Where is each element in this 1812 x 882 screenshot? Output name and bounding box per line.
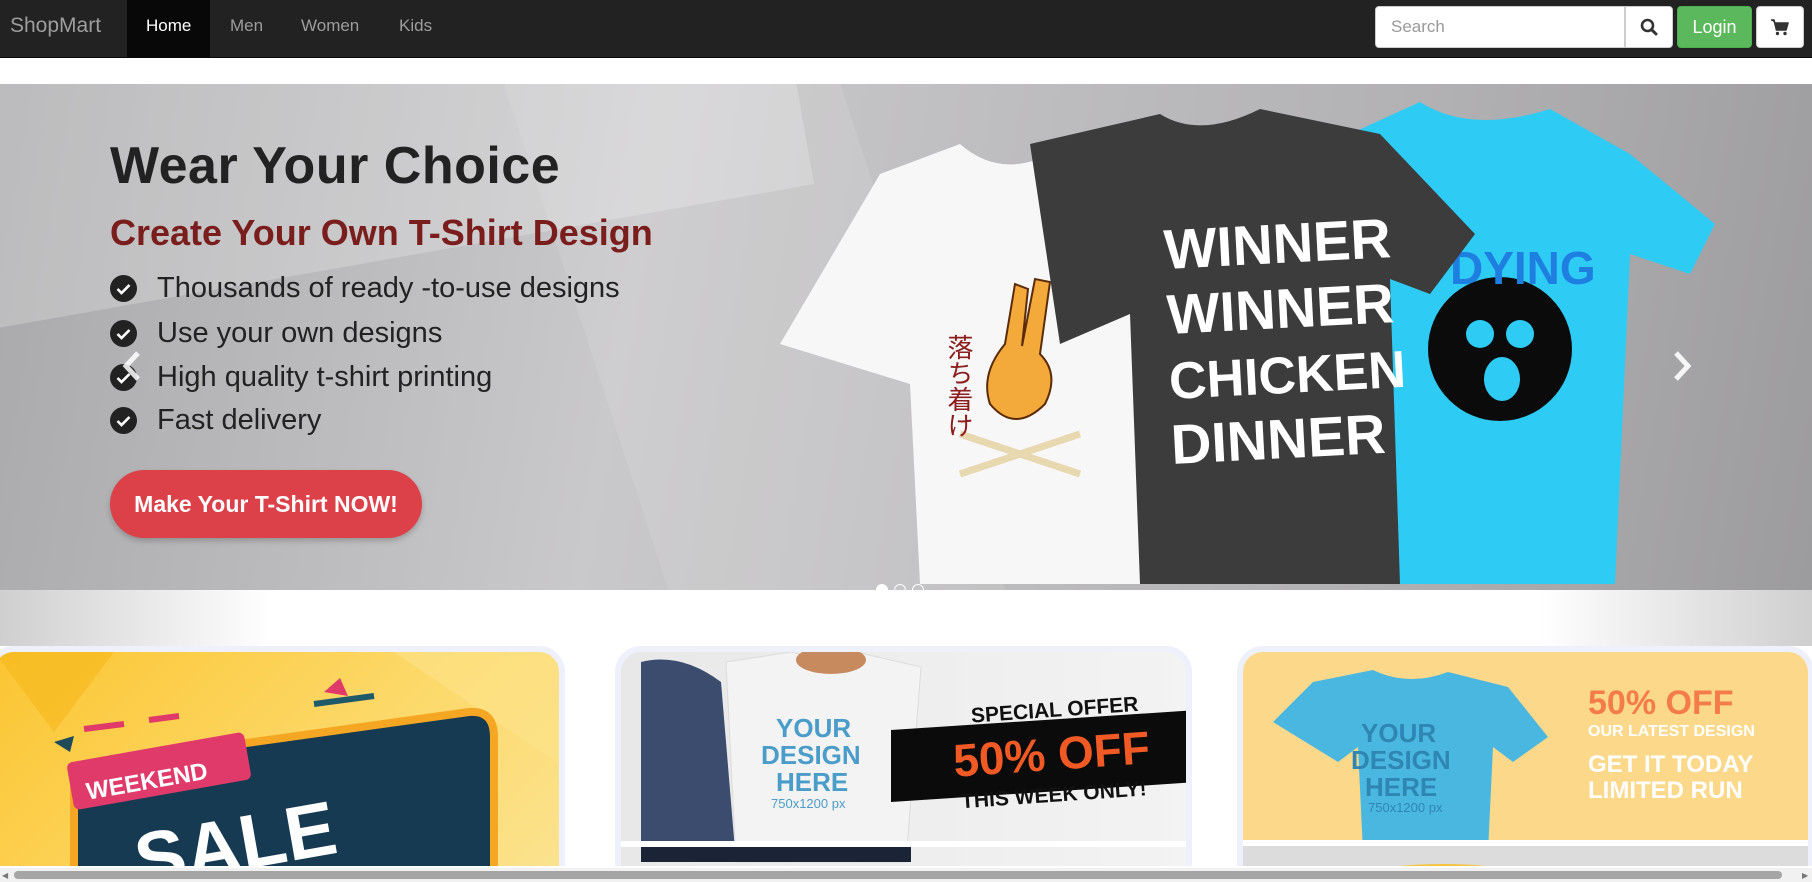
tshirts-image: 落ち着け DYING WINNER WINNER CHICKEN DINNER (780, 102, 1715, 584)
check-circle-icon (110, 407, 137, 434)
latest-design-banner: YOUR DESIGN HERE 750x1200 px 50% OFF OUR… (1243, 670, 1808, 866)
promo-card-weekend-sale[interactable]: WEEKEND SALE (0, 646, 565, 866)
login-button[interactable]: Login (1677, 6, 1752, 48)
limited-run-label: LIMITED RUN (1588, 777, 1743, 804)
feature-label: Thousands of ready -to-use designs (157, 272, 620, 304)
hero-carousel: Wear Your Choice Create Your Own T-Shirt… (0, 84, 1812, 590)
feature-label: High quality t-shirt printing (157, 361, 493, 393)
latest-design-label: OUR LATEST DESIGN (1588, 723, 1755, 740)
feature-label: Fast delivery (157, 404, 322, 436)
weekend-sale-banner: WEEKEND SALE (0, 652, 559, 866)
nav-women[interactable]: Women (282, 0, 378, 58)
search-icon (1640, 18, 1658, 36)
mockup-text-size: 750x1200 px (771, 796, 846, 811)
scroll-right-arrow-icon[interactable]: ▶ (1802, 871, 1808, 880)
make-tshirt-button[interactable]: Make Your T-Shirt NOW! (110, 470, 422, 538)
nav-men[interactable]: Men (211, 0, 282, 58)
nav-kids[interactable]: Kids (380, 0, 451, 58)
hero-title: Wear Your Choice (110, 137, 561, 195)
chicken-text: CHICKEN (1168, 341, 1408, 411)
section-divider (0, 590, 1812, 646)
mockup-text-your: YOUR (1361, 718, 1436, 748)
fifty-off-label: 50% OFF (1588, 684, 1733, 722)
mockup-text-here: HERE (776, 767, 848, 797)
feature-item: Use your own designs (110, 317, 442, 350)
feature-item: Fast delivery (110, 404, 321, 437)
mockup-text-your: YOUR (776, 713, 851, 743)
feature-label: Use your own designs (157, 317, 443, 349)
promo-card-special-offer[interactable]: YOUR DESIGN HERE 750x1200 px SPECIAL OFF… (615, 646, 1192, 866)
winner-text-1: WINNER (1162, 206, 1392, 281)
feature-item: High quality t-shirt printing (110, 361, 492, 394)
chevron-right-icon (1674, 351, 1692, 381)
mockup-text-size: 750x1200 px (1368, 800, 1443, 815)
check-circle-icon (110, 320, 137, 347)
hero-subtitle: Create Your Own T-Shirt Design (110, 212, 653, 253)
carousel-next-control[interactable] (1662, 346, 1702, 386)
promo-card-latest-design[interactable]: YOUR DESIGN HERE 750x1200 px 50% OFF OUR… (1237, 646, 1812, 866)
brand-logo[interactable]: ShopMart (10, 14, 101, 38)
mockup-text-design: DESIGN (1351, 745, 1451, 775)
carousel-prev-control[interactable] (112, 346, 152, 386)
scrollbar-thumb[interactable] (14, 871, 1782, 879)
search-button[interactable] (1625, 6, 1673, 48)
scroll-left-arrow-icon[interactable]: ◀ (2, 871, 8, 880)
chevron-left-icon (122, 351, 140, 381)
japanese-text: 落ち着け (943, 334, 973, 438)
cart-icon (1771, 19, 1789, 36)
top-navbar: ShopMart Home Men Women Kids Login (0, 0, 1812, 58)
mockup-text-here: HERE (1365, 772, 1437, 802)
search-input[interactable] (1375, 6, 1625, 48)
mockup-text-design: DESIGN (761, 740, 861, 770)
dinner-text: DINNER (1169, 402, 1387, 476)
nav-home[interactable]: Home (127, 0, 211, 58)
special-offer-banner: YOUR DESIGN HERE 750x1200 px SPECIAL OFF… (621, 652, 1186, 863)
skull-graphic (1428, 277, 1572, 421)
feature-item: Thousands of ready -to-use designs (110, 272, 620, 305)
get-it-today-label: GET IT TODAY (1588, 751, 1753, 778)
winner-text-2: WINNER (1165, 271, 1395, 346)
dying-text: DYING (1450, 242, 1596, 294)
horizontal-scrollbar[interactable]: ◀ ▶ (0, 868, 1812, 882)
cart-button[interactable] (1756, 6, 1804, 48)
check-circle-icon (110, 275, 137, 302)
